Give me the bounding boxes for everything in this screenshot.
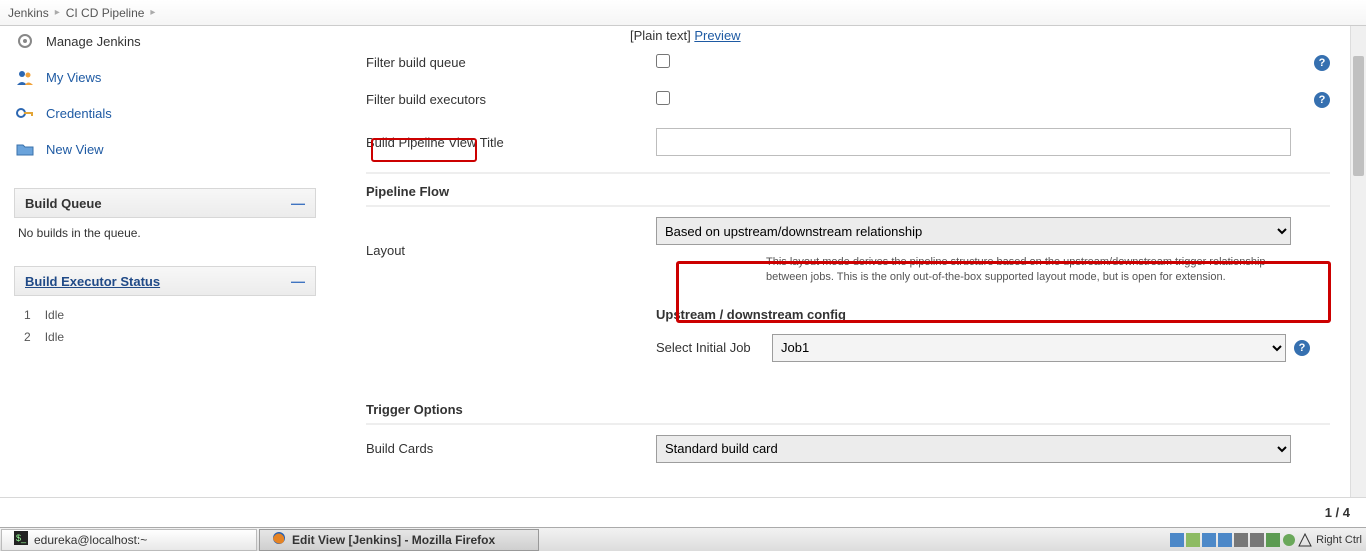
svg-text:$_: $_ bbox=[16, 533, 27, 543]
tray-icon[interactable] bbox=[1282, 533, 1296, 547]
right-ctrl-label: Right Ctrl bbox=[1316, 534, 1362, 546]
panel-title: Build Queue bbox=[25, 196, 102, 211]
chevron-right-icon: ▸ bbox=[150, 7, 155, 18]
gear-icon bbox=[14, 30, 36, 52]
panel-build-queue: Build Queue — bbox=[14, 188, 316, 218]
sidebar-item-label: Manage Jenkins bbox=[46, 34, 141, 49]
key-icon bbox=[14, 102, 36, 124]
sidebar-item-label: Credentials bbox=[46, 106, 112, 121]
sidebar-item-label: My Views bbox=[46, 70, 101, 85]
sidebar: Manage Jenkins My Views Credentials New … bbox=[0, 26, 326, 497]
tray-icon[interactable] bbox=[1266, 533, 1280, 547]
sidebar-item-label: New View bbox=[46, 142, 104, 157]
filter-executors-checkbox[interactable] bbox=[656, 91, 670, 105]
breadcrumb-project[interactable]: CI CD Pipeline bbox=[66, 6, 145, 20]
sidebar-item-my-views[interactable]: My Views bbox=[14, 62, 316, 98]
build-queue-body: No builds in the queue. bbox=[14, 218, 316, 248]
build-cards-label: Build Cards bbox=[366, 441, 656, 456]
executor-num: 1 bbox=[24, 308, 31, 322]
panel-executors: Build Executor Status — bbox=[14, 266, 316, 296]
people-icon bbox=[14, 66, 36, 88]
filter-queue-checkbox[interactable] bbox=[656, 54, 670, 68]
help-icon[interactable]: ? bbox=[1294, 340, 1310, 356]
help-icon[interactable]: ? bbox=[1314, 55, 1330, 71]
filter-queue-label: Filter build queue bbox=[366, 55, 656, 70]
build-cards-select[interactable]: Standard build card bbox=[656, 435, 1291, 463]
layout-select[interactable]: Based on upstream/downstream relationshi… bbox=[656, 217, 1291, 245]
tray-icon[interactable] bbox=[1186, 533, 1200, 547]
task-label: edureka@localhost:~ bbox=[34, 533, 147, 547]
view-title-input[interactable] bbox=[656, 128, 1291, 156]
system-tray: Right Ctrl bbox=[1166, 533, 1366, 547]
executor-num: 2 bbox=[24, 330, 31, 344]
executor-state: Idle bbox=[45, 330, 64, 344]
page-count: 1 / 4 bbox=[1325, 505, 1350, 520]
section-pipeline-flow: Pipeline Flow bbox=[366, 174, 1330, 205]
layout-label: Layout bbox=[366, 243, 656, 258]
tray-icon[interactable] bbox=[1218, 533, 1232, 547]
filter-executors-label: Filter build executors bbox=[366, 92, 656, 107]
collapse-icon[interactable]: — bbox=[291, 273, 305, 289]
initial-job-label: Select Initial Job bbox=[656, 340, 764, 355]
executor-row: 2 Idle bbox=[18, 326, 312, 348]
tray-icon[interactable] bbox=[1298, 533, 1312, 547]
executor-status-link[interactable]: Build Executor Status bbox=[25, 274, 160, 289]
config-form: [Plain text] Preview Filter build queue … bbox=[326, 26, 1350, 497]
terminal-icon: $_ bbox=[14, 531, 28, 548]
breadcrumb-jenkins[interactable]: Jenkins bbox=[8, 6, 49, 20]
folder-icon bbox=[14, 138, 36, 160]
help-icon[interactable]: ? bbox=[1314, 92, 1330, 108]
view-title-label: Build Pipeline View Title bbox=[366, 135, 656, 150]
executor-row: 1 Idle bbox=[18, 304, 312, 326]
tray-icon[interactable] bbox=[1202, 533, 1216, 547]
section-trigger-options: Trigger Options bbox=[366, 392, 1330, 423]
initial-job-select[interactable]: Job1 bbox=[772, 334, 1286, 362]
executor-state: Idle bbox=[45, 308, 64, 322]
tray-icon[interactable] bbox=[1250, 533, 1264, 547]
chevron-right-icon: ▸ bbox=[55, 7, 60, 18]
breadcrumb: Jenkins ▸ CI CD Pipeline ▸ bbox=[0, 0, 1366, 26]
task-label: Edit View [Jenkins] - Mozilla Firefox bbox=[292, 533, 495, 547]
updown-config-title: Upstream / downstream config bbox=[656, 307, 1330, 322]
sidebar-item-credentials[interactable]: Credentials bbox=[14, 98, 316, 134]
firefox-icon bbox=[272, 531, 286, 548]
sidebar-item-manage-jenkins[interactable]: Manage Jenkins bbox=[14, 26, 316, 62]
statusbar: 1 / 4 bbox=[0, 497, 1366, 527]
layout-hint: This layout mode derives the pipeline st… bbox=[766, 255, 1306, 285]
queue-empty-msg: No builds in the queue. bbox=[18, 226, 141, 240]
os-taskbar: $_ edureka@localhost:~ Edit View [Jenkin… bbox=[0, 527, 1366, 551]
collapse-icon[interactable]: — bbox=[291, 195, 305, 211]
tray-icon[interactable] bbox=[1170, 533, 1184, 547]
sidebar-item-new-view[interactable]: New View bbox=[14, 134, 316, 170]
scrollbar-thumb[interactable] bbox=[1353, 56, 1364, 176]
task-browser[interactable]: Edit View [Jenkins] - Mozilla Firefox bbox=[259, 529, 539, 551]
scrollbar-vertical[interactable] bbox=[1350, 26, 1366, 497]
task-terminal[interactable]: $_ edureka@localhost:~ bbox=[1, 529, 257, 551]
tray-icon[interactable] bbox=[1234, 533, 1248, 547]
executors-body: 1 Idle 2 Idle bbox=[14, 296, 316, 356]
